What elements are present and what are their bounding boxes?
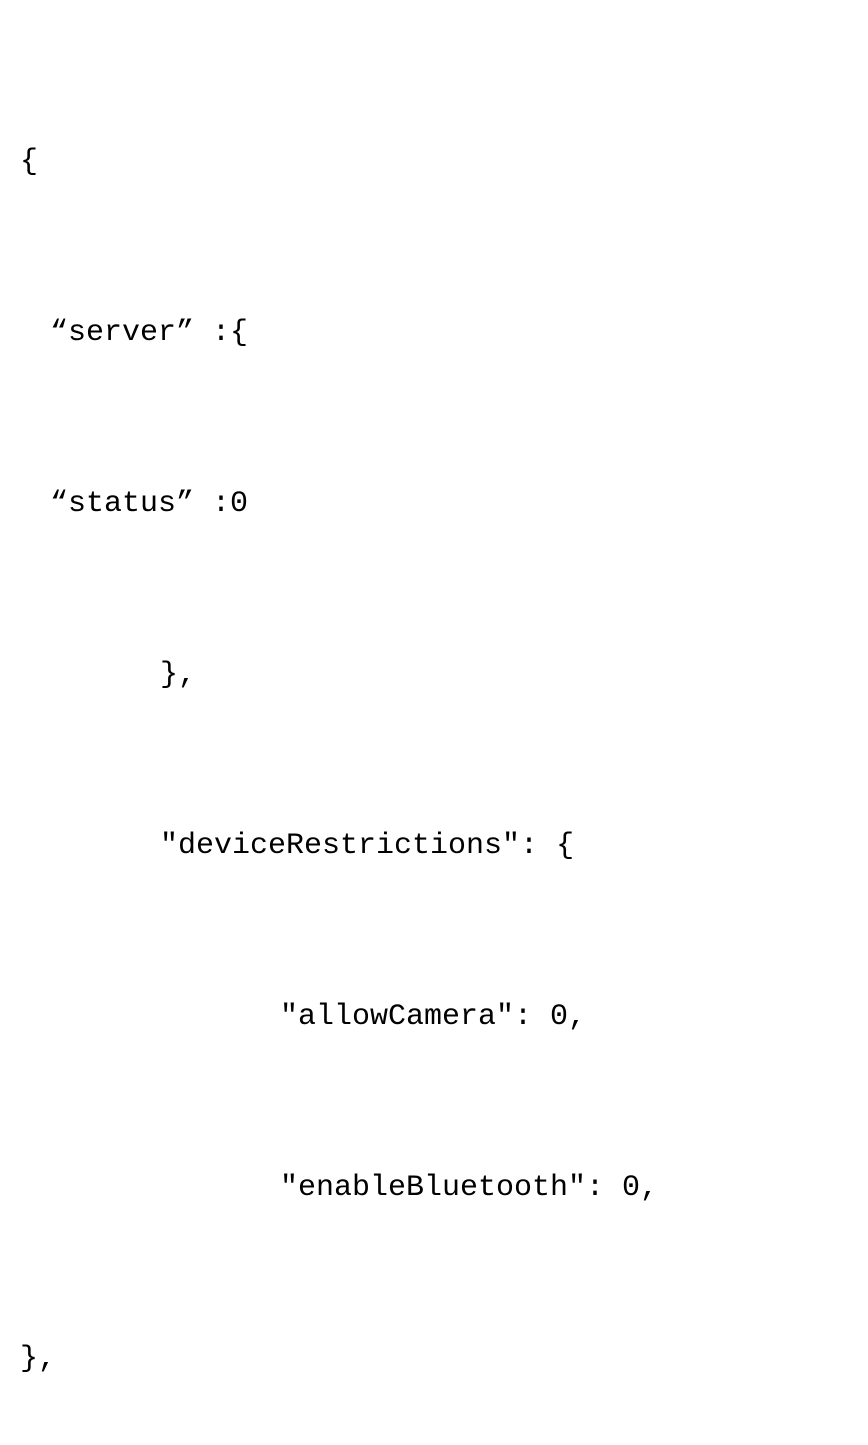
code-line-1: {: [20, 134, 848, 191]
code-line-8: },: [20, 1331, 848, 1388]
code-snippet: { “server” :{ “status” :0 }, ″deviceRest…: [20, 20, 848, 1445]
code-line-7: ″enableBluetooth″: 0,: [20, 1160, 848, 1217]
code-line-2: “server” :{: [20, 305, 848, 362]
code-line-5: ″deviceRestrictions″: {: [20, 818, 848, 875]
code-line-3: “status” :0: [20, 476, 848, 533]
code-line-4: },: [20, 647, 848, 704]
code-line-6: ″allowCamera″: 0,: [20, 989, 848, 1046]
